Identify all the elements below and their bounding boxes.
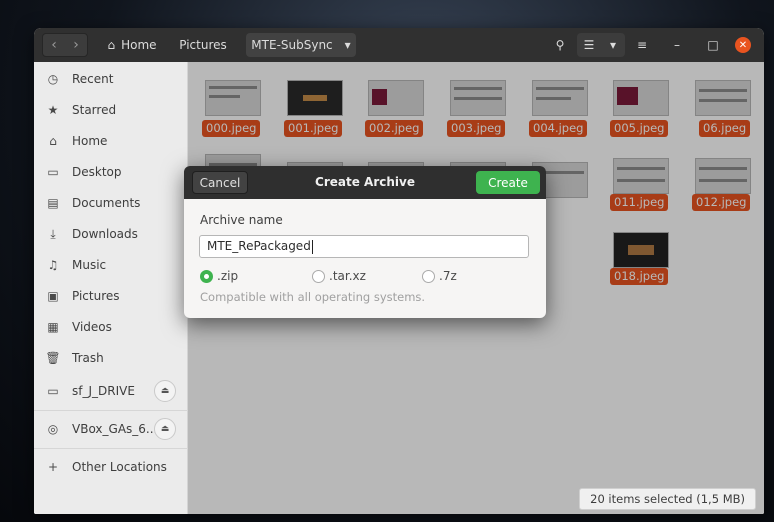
video-icon: ▦ [47, 320, 59, 334]
sidebar: ◷ Recent ★ Starred ⌂ Home ▭ Desktop ▤ Do… [34, 62, 188, 514]
path-button-pictures[interactable]: Pictures [174, 33, 232, 57]
chevron-down-icon[interactable]: ▾ [601, 38, 625, 52]
format-label: .zip [217, 269, 239, 283]
close-icon: ✕ [738, 39, 748, 51]
sidebar-item-starred[interactable]: ★ Starred [34, 96, 188, 124]
trash-icon: 🗑 [45, 351, 61, 365]
radio-unselected-icon [422, 269, 435, 283]
sidebar-item-recent[interactable]: ◷ Recent [34, 65, 188, 93]
dialog-header: Cancel Create Archive Create [184, 166, 546, 199]
home-icon: ⌂ [107, 38, 116, 52]
cancel-button[interactable]: Cancel [192, 171, 248, 194]
search-icon: ⚲ [555, 38, 565, 52]
status-bar: 20 items selected (1,5 MB) [579, 488, 756, 510]
text-caret [311, 239, 313, 254]
path-label-pictures: Pictures [179, 38, 227, 52]
sidebar-item-videos[interactable]: ▦ Videos [34, 313, 188, 341]
clock-icon: ◷ [47, 72, 59, 86]
sidebar-item-label: Recent [72, 72, 114, 86]
sidebar-divider [34, 448, 188, 449]
sidebar-item-desktop[interactable]: ▭ Desktop [34, 158, 188, 186]
chevron-down-icon: ▾ [344, 38, 351, 52]
archive-name-value: MTE_RePackaged [207, 239, 311, 253]
sidebar-item-music[interactable]: ♫ Music [34, 251, 188, 279]
archive-name-input[interactable]: MTE_RePackaged [199, 235, 529, 258]
archive-name-label: Archive name [200, 213, 283, 227]
sidebar-item-vbox-gas[interactable]: ◎ VBox_GAs_6... ⏏ [34, 415, 188, 443]
minimize-icon: – [674, 38, 680, 52]
drive-icon: ▭ [47, 384, 59, 398]
nav-button-group: ‹ › [42, 33, 88, 57]
sidebar-item-trash[interactable]: 🗑 Trash [34, 344, 188, 372]
create-archive-dialog: Cancel Create Archive Create Archive nam… [184, 166, 546, 318]
search-button[interactable]: ⚲ [548, 33, 572, 57]
headerbar: ‹ › ⌂ Home Pictures MTE-SubSync ▾ ⚲ ☰ ▾ … [34, 28, 764, 62]
music-icon: ♫ [47, 258, 59, 272]
path-button-home[interactable]: ⌂ Home [94, 33, 170, 57]
path-label-home: Home [121, 38, 157, 52]
sidebar-item-label: Other Locations [72, 460, 167, 474]
sidebar-item-other-locations[interactable]: + Other Locations [34, 453, 188, 481]
format-radio-tar-xz[interactable]: .tar.xz [312, 269, 366, 283]
create-button[interactable]: Create [476, 171, 540, 194]
sidebar-item-label: Pictures [72, 289, 120, 303]
maximize-icon: □ [707, 38, 719, 52]
desktop-icon: ▭ [47, 165, 59, 179]
list-view-icon[interactable]: ☰ [577, 38, 601, 52]
download-icon: ⤓ [50, 226, 56, 241]
sidebar-item-sf-j-drive[interactable]: ▭ sf_J_DRIVE ⏏ [34, 377, 188, 405]
home-icon: ⌂ [49, 134, 57, 148]
back-icon[interactable]: ‹ [43, 37, 65, 53]
format-label: .tar.xz [329, 269, 366, 283]
sidebar-divider [34, 410, 188, 411]
sidebar-item-label: sf_J_DRIVE [72, 384, 135, 398]
format-radio-7z[interactable]: .7z [422, 269, 457, 283]
maximize-button[interactable]: □ [702, 33, 724, 57]
sidebar-item-pictures[interactable]: ▣ Pictures [34, 282, 188, 310]
sidebar-item-label: Downloads [72, 227, 138, 241]
path-label-current: MTE-SubSync [251, 38, 333, 52]
menu-icon: ≡ [636, 38, 648, 52]
eject-icon[interactable]: ⏏ [154, 418, 176, 440]
eject-icon[interactable]: ⏏ [154, 380, 176, 402]
path-button-current[interactable]: MTE-SubSync ▾ [246, 33, 356, 57]
radio-unselected-icon [312, 269, 325, 283]
sidebar-item-documents[interactable]: ▤ Documents [34, 189, 188, 217]
picture-icon: ▣ [47, 289, 59, 303]
format-radio-zip[interactable]: .zip [200, 269, 238, 283]
minimize-button[interactable]: – [666, 33, 688, 57]
sidebar-item-downloads[interactable]: ⤓ Downloads [34, 220, 188, 248]
radio-selected-icon [200, 269, 213, 283]
sidebar-item-label: Videos [72, 320, 112, 334]
sidebar-item-label: Home [72, 134, 108, 148]
disc-icon: ◎ [47, 422, 59, 436]
view-button-group: ☰ ▾ [577, 33, 625, 57]
sidebar-item-label: VBox_GAs_6... [72, 422, 158, 436]
sidebar-item-home[interactable]: ⌂ Home [34, 127, 188, 155]
star-icon: ★ [47, 103, 59, 117]
menu-button[interactable]: ≡ [630, 33, 654, 57]
format-label: .7z [439, 269, 457, 283]
plus-icon: + [47, 460, 59, 474]
sidebar-item-label: Documents [72, 196, 141, 210]
close-button[interactable]: ✕ [735, 37, 751, 53]
forward-icon[interactable]: › [65, 37, 87, 53]
format-hint: Compatible with all operating systems. [200, 290, 426, 304]
sidebar-item-label: Starred [72, 103, 117, 117]
sidebar-item-label: Music [72, 258, 107, 272]
sidebar-item-label: Trash [72, 351, 104, 365]
sidebar-item-label: Desktop [72, 165, 122, 179]
document-icon: ▤ [47, 196, 59, 210]
dialog-title: Create Archive [315, 175, 415, 189]
